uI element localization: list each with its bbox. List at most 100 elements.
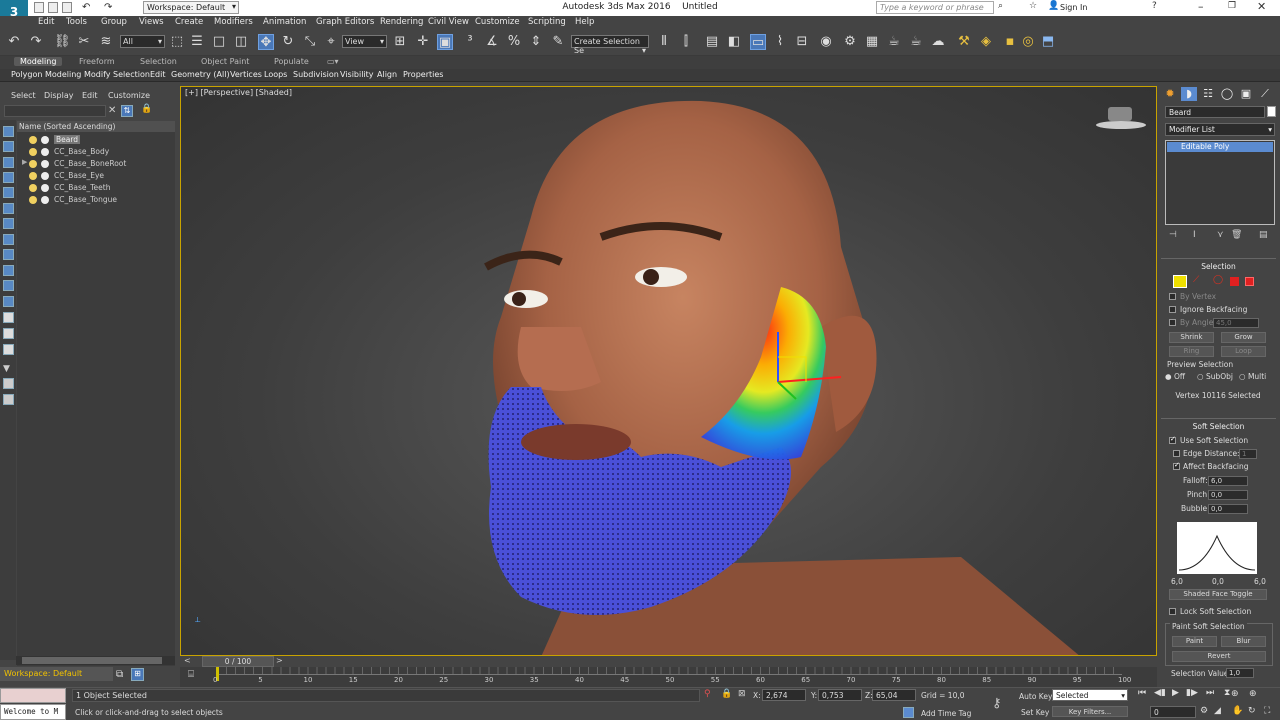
selection-filter-dropdown[interactable]: All ▾ [120, 35, 165, 48]
pivot-center-icon[interactable]: ⊞ [392, 34, 408, 50]
falloff-spinner[interactable]: 6,0 [1208, 476, 1248, 486]
utilities-tab-icon[interactable]: ⟋ [1257, 87, 1273, 101]
paint-button[interactable]: Paint [1172, 636, 1217, 647]
script-tool-icon[interactable]: ▪ [1002, 34, 1018, 50]
list-item[interactable]: Beard [17, 134, 175, 146]
menu-views[interactable]: Views [139, 17, 164, 27]
reference-coord-dropdown[interactable]: View ▾ [342, 35, 387, 48]
y-coordinate-field[interactable]: 0,753 [818, 689, 862, 701]
stack-item-editable-poly[interactable]: Editable Poly [1167, 142, 1273, 152]
menu-graph-editors[interactable]: Graph Editors [316, 17, 374, 27]
render-production-icon[interactable]: ☕ [886, 34, 902, 50]
viewport-perspective[interactable]: [+] [Perspective] [Shaded] ⟂ [180, 86, 1157, 656]
ignore-backfacing-checkbox[interactable] [1169, 306, 1176, 313]
isolate-icon[interactable]: ⚲ [704, 689, 711, 699]
time-config-icon[interactable]: ⚙ [1200, 706, 1208, 716]
menu-help[interactable]: Help [575, 17, 594, 27]
menu-animation[interactable]: Animation [263, 17, 306, 27]
workspace-selector[interactable]: Workspace: Default [0, 667, 113, 681]
shrink-button[interactable]: Shrink [1169, 332, 1214, 343]
edge-distance-spinner[interactable]: 1 [1239, 449, 1257, 459]
edge-distance-checkbox[interactable] [1173, 450, 1180, 457]
sign-in-link[interactable]: Sign In [1060, 3, 1087, 12]
toggle-ribbon-icon[interactable]: ▭ [750, 34, 766, 50]
populate-icon[interactable]: ⬒ [1040, 34, 1056, 50]
by-angle-spinner[interactable]: 45,0 [1213, 318, 1259, 328]
blur-button[interactable]: Blur [1221, 636, 1266, 647]
time-next-icon[interactable]: > [276, 656, 283, 665]
add-time-tag-icon[interactable] [903, 707, 914, 718]
display-shapes-icon[interactable] [3, 172, 14, 183]
preview-subobj-radio[interactable]: ○ SubObj [1197, 372, 1233, 381]
render-toggle-icon[interactable] [29, 148, 37, 156]
go-to-end-icon[interactable]: ⏭ [1206, 688, 1214, 698]
shaded-face-toggle-button[interactable]: Shaded Face Toggle [1169, 589, 1267, 600]
select-move-icon[interactable]: ✥ [258, 34, 274, 50]
add-time-tag-label[interactable]: Add Time Tag [921, 709, 971, 718]
next-frame-icon[interactable]: ▮▶ [1186, 688, 1198, 698]
prev-frame-icon[interactable]: ◀▮ [1154, 688, 1166, 698]
panel-edit[interactable]: Edit [150, 70, 166, 79]
list-item[interactable]: CC_Base_Body [17, 146, 175, 158]
display-tab-icon[interactable]: ▣ [1238, 87, 1254, 101]
vertex-mode-icon[interactable] [1173, 275, 1187, 288]
layers-icon[interactable]: ⧉ [116, 669, 123, 680]
render-toggle-icon[interactable] [29, 160, 37, 168]
maxscript-input[interactable]: Welcome to M [0, 704, 66, 720]
ring-button[interactable]: Ring [1169, 346, 1214, 357]
toggle-scene-explorer-icon[interactable]: ▤ [704, 34, 720, 50]
modifier-list-dropdown[interactable]: Modifier List ▾ [1165, 123, 1275, 136]
select-object-icon[interactable]: ⬚ [169, 34, 185, 50]
unlink-icon[interactable]: ✂ [76, 34, 92, 50]
visibility-toggle-icon[interactable] [41, 160, 49, 168]
time-slider[interactable]: < 0 / 100 > [180, 656, 1157, 667]
time-slider-thumb[interactable]: 0 / 100 [202, 656, 274, 667]
play-icon[interactable]: ▶ [1172, 688, 1179, 698]
binoculars-icon[interactable]: ⌕ [998, 1, 1003, 11]
bind-spacewarp-icon[interactable]: ≋ [98, 34, 114, 50]
maximize-viewport-icon[interactable]: ⛶ [1264, 706, 1270, 716]
visibility-toggle-icon[interactable] [41, 184, 49, 192]
track-bar[interactable]: ⌸ 0 5 10 15 20 25 30 35 40 45 50 55 60 65 70 75 80 85 90 95… [180, 667, 1157, 687]
minimize-icon[interactable]: – [1198, 0, 1204, 13]
menu-civil-view[interactable]: Civil View [428, 17, 469, 27]
display-lights-icon[interactable] [3, 187, 14, 198]
toggle-layer-explorer-icon[interactable]: ◧ [726, 34, 742, 50]
revert-button[interactable]: Revert [1172, 651, 1266, 662]
hierarchy-tab-icon[interactable]: ☷ [1200, 87, 1216, 101]
rendered-frame-icon[interactable]: ▦ [864, 34, 880, 50]
visibility-toggle-icon[interactable] [41, 136, 49, 144]
key-filters-button[interactable]: Key Filters... [1052, 706, 1128, 717]
border-mode-icon[interactable]: ◯ [1213, 275, 1223, 285]
list-column-header[interactable]: Name (Sorted Ascending) [17, 121, 175, 132]
mini-curve-icon[interactable]: ⌸ [188, 669, 194, 680]
display-xrefs-icon[interactable] [3, 265, 14, 276]
select-rotate-icon[interactable]: ↻ [280, 34, 296, 50]
sync-selection-icon[interactable] [3, 378, 14, 389]
current-frame-field[interactable]: 0 [1150, 706, 1196, 718]
element-mode-icon[interactable] [1245, 277, 1254, 286]
polygon-mode-icon[interactable] [1230, 277, 1239, 286]
manage-scene-icon[interactable]: ◎ [1020, 34, 1036, 50]
display-spacewarps-icon[interactable] [3, 234, 14, 245]
render-cloud-icon[interactable]: ☁ [930, 34, 946, 50]
sort-options-icon[interactable]: ⇅ [121, 105, 133, 117]
edge-mode-icon[interactable]: ⟋ [1193, 275, 1199, 285]
scene-menu-select[interactable]: Select [11, 91, 36, 100]
undo-icon[interactable]: ↶ [6, 34, 22, 50]
auto-key-button[interactable]: Auto Key [1019, 692, 1052, 701]
z-coordinate-field[interactable]: 65,04 [872, 689, 916, 701]
visibility-toggle-icon[interactable] [41, 148, 49, 156]
panel-visibility[interactable]: Visibility [340, 70, 374, 79]
maxscript-listener[interactable] [0, 688, 66, 703]
tab-modeling[interactable]: Modeling [14, 57, 63, 66]
maximize-icon[interactable]: ❐ [1228, 1, 1236, 11]
named-selection-dropdown[interactable]: Create Selection Se ▾ [571, 35, 649, 55]
create-tab-icon[interactable]: ✹ [1162, 87, 1178, 101]
panel-properties[interactable]: Properties [403, 70, 443, 79]
display-groups-icon[interactable] [3, 249, 14, 260]
use-soft-selection-checkbox[interactable] [1169, 435, 1176, 444]
schematic-view-icon[interactable]: ⊟ [794, 34, 810, 50]
selection-value-spinner[interactable]: 1,0 [1226, 668, 1254, 678]
menu-modifiers[interactable]: Modifiers [214, 17, 253, 27]
